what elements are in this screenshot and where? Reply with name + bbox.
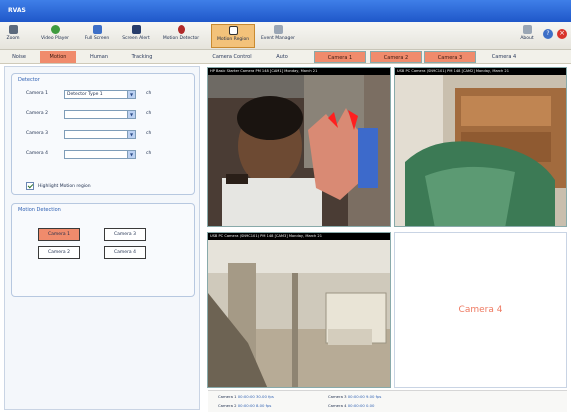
full-screen-icon bbox=[92, 25, 102, 34]
detector-group: Detector Camera 1 Detector Type 1 ▼ ch C… bbox=[11, 73, 195, 195]
motion-detector-button[interactable]: Motion Detector bbox=[159, 24, 203, 48]
tab-tracking[interactable]: Tracking bbox=[122, 51, 162, 63]
tab-camera-control[interactable]: Camera Control bbox=[206, 51, 258, 63]
tab-human[interactable]: Human bbox=[82, 51, 116, 63]
camera-name: Camera 3 bbox=[26, 131, 48, 136]
about-icon bbox=[522, 25, 532, 34]
motion-camera-4-button[interactable]: Camera 4 bbox=[104, 246, 146, 259]
status-camera-3: Camera 3 00:00:00 9.00 fps bbox=[328, 394, 382, 399]
motion-camera-3-button[interactable]: Camera 3 bbox=[104, 228, 146, 241]
detector-select[interactable]: ▼ bbox=[64, 130, 136, 139]
zoom-icon bbox=[8, 25, 18, 34]
motion-camera-1-button[interactable]: Camera 1 bbox=[38, 228, 80, 241]
camera-name: Camera 4 bbox=[26, 151, 48, 156]
event-manager-icon bbox=[273, 25, 283, 34]
chevron-down-icon: ▼ bbox=[127, 131, 135, 138]
help-icon: ? bbox=[546, 30, 550, 37]
full-screen-button[interactable]: Full Screen bbox=[80, 24, 114, 48]
motion-camera-2-button[interactable]: Camera 2 bbox=[38, 246, 80, 259]
highlight-motion-label: Highlight Motion region bbox=[38, 184, 91, 189]
toolbar: Zoom Video Player Full Screen Screen Ale… bbox=[0, 22, 571, 50]
chevron-down-icon: ▼ bbox=[127, 91, 135, 98]
camera-4-view[interactable]: Camera 4 bbox=[394, 232, 567, 388]
channel-label: ch bbox=[146, 111, 152, 116]
camera-1-feed bbox=[208, 68, 390, 226]
tab-camera-2[interactable]: Camera 2 bbox=[370, 51, 422, 63]
status-camera-2: Camera 2 00:00:00 8.00 fps bbox=[218, 403, 272, 408]
motion-region-button[interactable]: Motion Region bbox=[211, 24, 255, 48]
screen-alert-icon bbox=[131, 25, 141, 34]
motion-detection-title: Motion Detection bbox=[18, 207, 61, 213]
tab-camera-4[interactable]: Camera 4 bbox=[478, 51, 530, 63]
camera-1-view[interactable]: HP Basic Starter Camera PM 148 [CAM1] Mo… bbox=[207, 67, 391, 227]
camera-3-caption: USB PC Camera (SN9C101) PM 148 [CAM3] Mo… bbox=[208, 233, 390, 240]
camera-1-caption: HP Basic Starter Camera PM 148 [CAM1] Mo… bbox=[208, 68, 390, 75]
tab-bar: Noise Motion Human Tracking Camera Contr… bbox=[0, 50, 571, 64]
motion-region-icon bbox=[228, 26, 238, 35]
camera-name: Camera 2 bbox=[26, 111, 48, 116]
chevron-down-icon: ▼ bbox=[127, 111, 135, 118]
detector-select[interactable]: Detector Type 1 ▼ bbox=[64, 90, 136, 99]
channel-label: ch bbox=[146, 131, 152, 136]
video-player-button[interactable]: Video Player bbox=[37, 24, 73, 48]
close-icon: × bbox=[559, 29, 565, 37]
tab-motion[interactable]: Motion bbox=[40, 51, 76, 63]
status-camera-4: Camera 4 00:00:00 0.00 bbox=[328, 403, 375, 408]
status-bar: Camera 1 00:00:00 30.00 fps Camera 2 00:… bbox=[208, 390, 567, 412]
camera-3-feed bbox=[208, 233, 390, 387]
camera-3-view[interactable]: USB PC Camera (SN9C101) PM 148 [CAM3] Mo… bbox=[207, 232, 391, 388]
settings-pane: Detector Camera 1 Detector Type 1 ▼ ch C… bbox=[4, 66, 200, 410]
chevron-down-icon: ▼ bbox=[127, 151, 135, 158]
motion-detector-icon bbox=[177, 25, 185, 34]
help-button[interactable]: ? bbox=[543, 29, 553, 39]
camera-2-view[interactable]: USB PC Camera (SN9C101) PM 148 [CAM2] Mo… bbox=[394, 67, 567, 227]
detector-group-title: Detector bbox=[18, 77, 40, 83]
event-manager-button[interactable]: Event Manager bbox=[259, 24, 297, 48]
status-camera-1: Camera 1 00:00:00 30.00 fps bbox=[218, 394, 274, 399]
close-button[interactable]: × bbox=[557, 29, 567, 39]
tab-noise[interactable]: Noise bbox=[4, 51, 34, 63]
camera-2-feed bbox=[395, 68, 566, 226]
camera-2-caption: USB PC Camera (SN9C101) PM 148 [CAM2] Mo… bbox=[395, 68, 566, 75]
detector-select[interactable]: ▼ bbox=[64, 110, 136, 119]
screen-alert-button[interactable]: Screen Alert bbox=[118, 24, 154, 48]
detector-select[interactable]: ▼ bbox=[64, 150, 136, 159]
about-button[interactable]: About bbox=[518, 24, 536, 48]
camera-4-placeholder: Camera 4 bbox=[458, 305, 503, 315]
title-bar: RVAS bbox=[0, 0, 571, 22]
tab-camera-1[interactable]: Camera 1 bbox=[314, 51, 366, 63]
tab-camera-3[interactable]: Camera 3 bbox=[424, 51, 476, 63]
video-player-icon bbox=[50, 25, 60, 34]
channel-label: ch bbox=[146, 151, 152, 156]
zoom-button[interactable]: Zoom bbox=[4, 24, 22, 48]
camera-name: Camera 1 bbox=[26, 91, 48, 96]
window-title: RVAS bbox=[8, 7, 26, 14]
tab-auto[interactable]: Auto bbox=[262, 51, 302, 63]
channel-label: ch bbox=[146, 91, 152, 96]
highlight-motion-checkbox[interactable] bbox=[26, 182, 34, 190]
motion-detection-group: Motion Detection Camera 1 Camera 3 Camer… bbox=[11, 203, 195, 297]
